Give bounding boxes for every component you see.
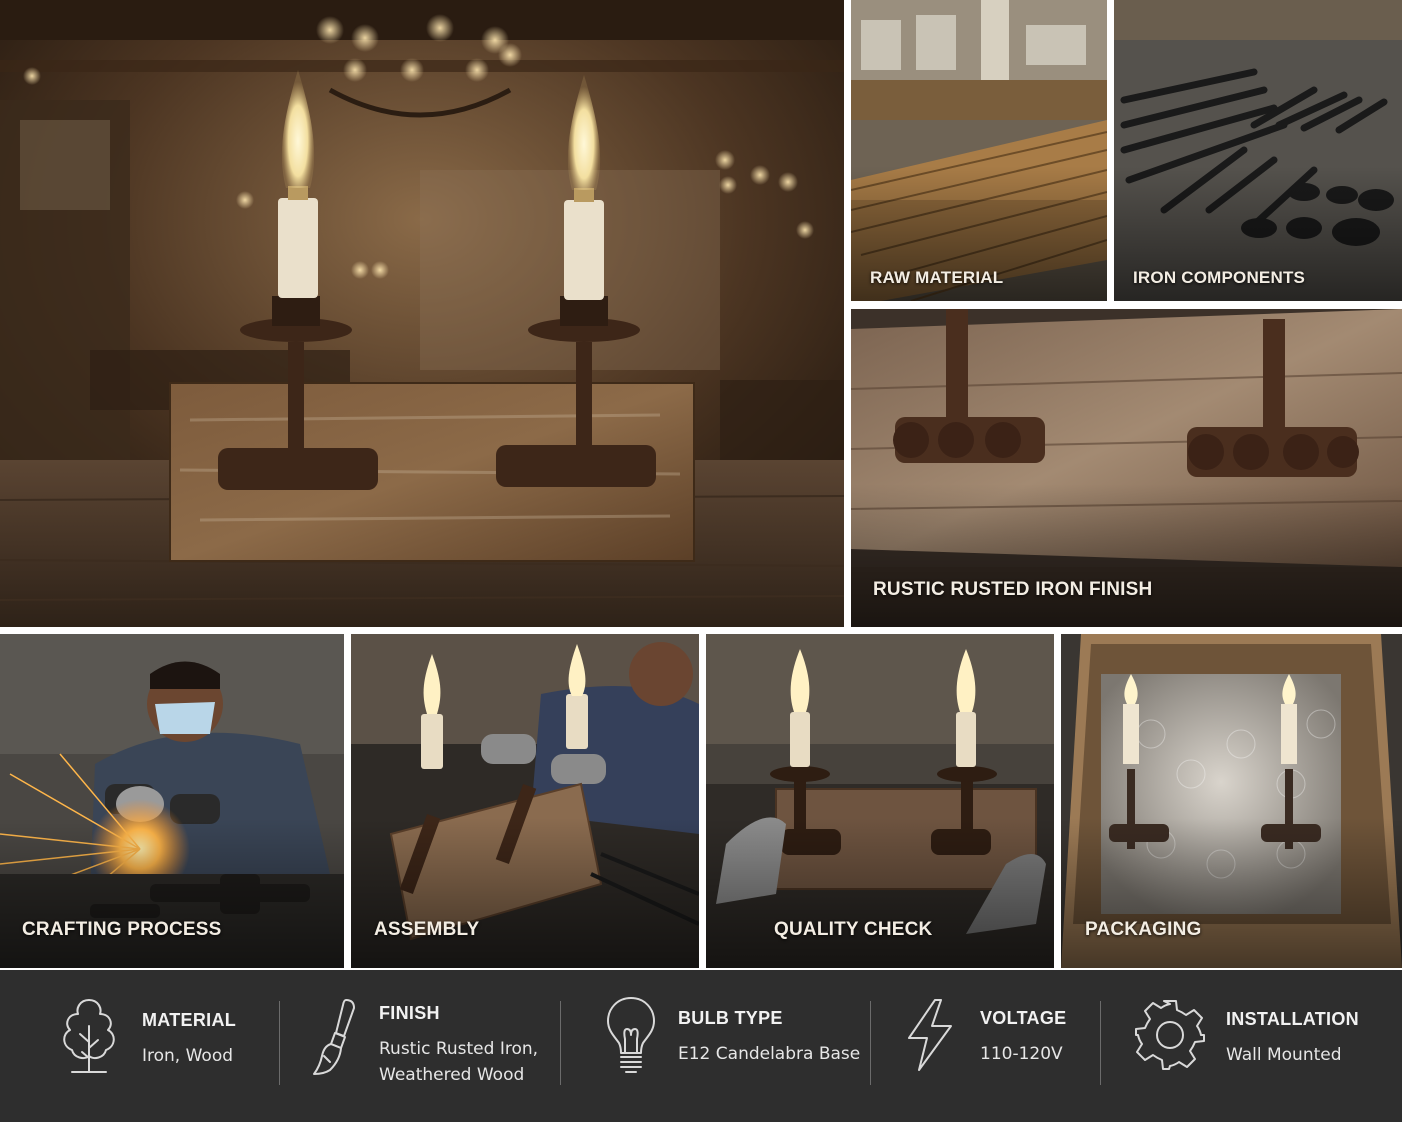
hero-product-photo	[0, 0, 844, 627]
spec-material-label: MATERIAL	[142, 1010, 237, 1030]
spec-voltage-value: 110-120V	[980, 1044, 1063, 1064]
spec-voltage-label: VOLTAGE	[980, 1008, 1067, 1028]
packaging-tile: PACKAGING	[1061, 634, 1402, 968]
hero-scene	[0, 0, 844, 627]
assembly-tile: ASSEMBLY	[351, 634, 699, 968]
spec-finish-value-line2: Weathered Wood	[379, 1065, 525, 1085]
rust-finish-caption: RUSTIC RUSTED IRON FINISH	[873, 579, 1153, 600]
spec-voltage: VOLTAGE 110-120V	[871, 970, 1101, 1122]
crafting-process-caption: CRAFTING PROCESS	[22, 919, 222, 940]
tree-icon	[63, 999, 115, 1073]
quality-check-tile: QUALITY CHECK	[706, 634, 1054, 968]
raw-material-tile: RAW MATERIAL	[851, 0, 1107, 301]
spec-material: MATERIAL Iron, Wood	[0, 970, 280, 1122]
spec-installation: INSTALLATION Wall Mounted	[1101, 970, 1402, 1122]
spec-finish-label: FINISH	[379, 1003, 440, 1023]
spec-installation-value: Wall Mounted	[1226, 1045, 1342, 1065]
iron-components-tile: IRON COMPONENTS	[1114, 0, 1402, 301]
spec-bar: MATERIAL Iron, Wood FINISH Rustic Rusted…	[0, 970, 1402, 1122]
raw-material-caption: RAW MATERIAL	[870, 268, 1004, 287]
lightning-bolt-icon	[908, 999, 952, 1071]
rust-finish-tile: RUSTIC RUSTED IRON FINISH	[851, 309, 1402, 627]
gear-icon	[1135, 1000, 1205, 1070]
crafting-process-tile: CRAFTING PROCESS	[0, 634, 344, 968]
spec-material-value: Iron, Wood	[142, 1046, 234, 1066]
assembly-caption: ASSEMBLY	[374, 919, 480, 940]
quality-check-caption: QUALITY CHECK	[774, 919, 933, 940]
spec-bulb-type-label: BULB TYPE	[678, 1008, 783, 1028]
spec-finish-value-line1: Rustic Rusted Iron,	[379, 1039, 539, 1059]
lightbulb-icon	[607, 997, 655, 1073]
spec-finish: FINISH Rustic Rusted Iron, Weathered Woo…	[280, 970, 560, 1122]
iron-components-caption: IRON COMPONENTS	[1133, 268, 1306, 287]
packaging-caption: PACKAGING	[1085, 919, 1202, 940]
spec-bulb-type-value: E12 Candelabra Base	[678, 1044, 861, 1064]
spec-installation-label: INSTALLATION	[1226, 1009, 1359, 1029]
spec-bulb-type: BULB TYPE E12 Candelabra Base	[561, 970, 871, 1122]
paintbrush-icon	[313, 999, 355, 1075]
